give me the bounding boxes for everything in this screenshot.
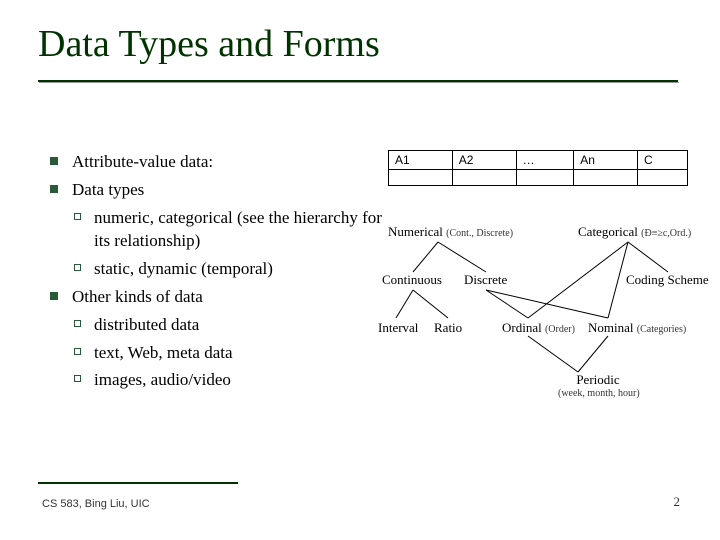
subbullet-static-dynamic: static, dynamic (temporal) bbox=[50, 257, 390, 281]
table-cell bbox=[574, 170, 638, 186]
node-ratio: Ratio bbox=[434, 320, 462, 336]
label: Nominal bbox=[588, 320, 634, 335]
bullet-text: numeric, categorical (see the hierarchy … bbox=[94, 208, 382, 251]
content-area: Attribute-value data: Data types numeric… bbox=[50, 150, 390, 396]
open-square-bullet-icon bbox=[74, 375, 81, 382]
label: Numerical bbox=[388, 224, 443, 239]
slide: Data Types and Forms Attribute-value dat… bbox=[0, 0, 720, 540]
note: (Order) bbox=[545, 324, 575, 335]
node-numerical: Numerical (Cont., Discrete) bbox=[388, 224, 513, 240]
footer-rule bbox=[38, 482, 238, 484]
node-continuous: Continuous bbox=[382, 272, 442, 288]
node-coding-scheme: Coding Scheme bbox=[626, 272, 709, 288]
node-categorical: Categorical (Đ≡≥c,Ord.) bbox=[578, 224, 691, 240]
bullet-text: static, dynamic (temporal) bbox=[94, 259, 273, 278]
square-bullet-icon bbox=[50, 292, 58, 300]
hierarchy-diagram: Numerical (Cont., Discrete) Categorical … bbox=[378, 210, 708, 470]
label: Periodic bbox=[558, 372, 638, 388]
table-header-a1: A1 bbox=[389, 151, 453, 170]
open-square-bullet-icon bbox=[74, 348, 81, 355]
note: (Categories) bbox=[637, 324, 686, 335]
table-header-c: C bbox=[638, 151, 688, 170]
open-square-bullet-icon bbox=[74, 320, 81, 327]
open-square-bullet-icon bbox=[74, 264, 81, 271]
table-header-a2: A2 bbox=[452, 151, 516, 170]
bullet-attribute-value: Attribute-value data: bbox=[50, 150, 390, 174]
table: A1 A2 … An C bbox=[388, 150, 688, 186]
table-cell bbox=[389, 170, 453, 186]
bullet-data-types: Data types bbox=[50, 178, 390, 202]
bullet-other-kinds: Other kinds of data bbox=[50, 285, 390, 309]
diagram-lines bbox=[378, 210, 708, 470]
note: (Cont., Discrete) bbox=[446, 228, 513, 239]
node-interval: Interval bbox=[378, 320, 418, 336]
subbullet-text-web: text, Web, meta data bbox=[50, 341, 390, 365]
subbullet-distributed: distributed data bbox=[50, 313, 390, 337]
label: Ordinal bbox=[502, 320, 542, 335]
note: (week, month, hour) bbox=[558, 388, 638, 399]
table-header-an: An bbox=[574, 151, 638, 170]
table-cell bbox=[452, 170, 516, 186]
node-discrete: Discrete bbox=[464, 272, 507, 288]
node-nominal: Nominal (Categories) bbox=[588, 320, 686, 336]
square-bullet-icon bbox=[50, 185, 58, 193]
note: (Đ≡≥c,Ord.) bbox=[641, 228, 691, 239]
page-number: 2 bbox=[674, 494, 681, 510]
table-row: A1 A2 … An C bbox=[389, 151, 688, 170]
open-square-bullet-icon bbox=[74, 213, 81, 220]
bullet-text: Data types bbox=[72, 180, 144, 199]
square-bullet-icon bbox=[50, 157, 58, 165]
attribute-table: A1 A2 … An C bbox=[388, 150, 688, 186]
bullet-text: distributed data bbox=[94, 315, 199, 334]
subbullet-numeric-categorical: numeric, categorical (see the hierarchy … bbox=[50, 206, 390, 254]
subbullet-images-audio: images, audio/video bbox=[50, 368, 390, 392]
slide-title: Data Types and Forms bbox=[38, 22, 380, 66]
table-cell bbox=[516, 170, 574, 186]
bullet-text: Attribute-value data: bbox=[72, 152, 213, 171]
bullet-text: text, Web, meta data bbox=[94, 343, 233, 362]
bullet-text: Other kinds of data bbox=[72, 287, 203, 306]
label: Categorical bbox=[578, 224, 638, 239]
table-row bbox=[389, 170, 688, 186]
node-ordinal: Ordinal (Order) bbox=[502, 320, 575, 336]
title-underline-shadow bbox=[39, 82, 679, 83]
table-header-dots: … bbox=[516, 151, 574, 170]
table-cell bbox=[638, 170, 688, 186]
bullet-text: images, audio/video bbox=[94, 370, 231, 389]
footer-course-info: CS 583, Bing Liu, UIC bbox=[42, 498, 150, 510]
node-periodic: Periodic (week, month, hour) bbox=[558, 372, 638, 399]
